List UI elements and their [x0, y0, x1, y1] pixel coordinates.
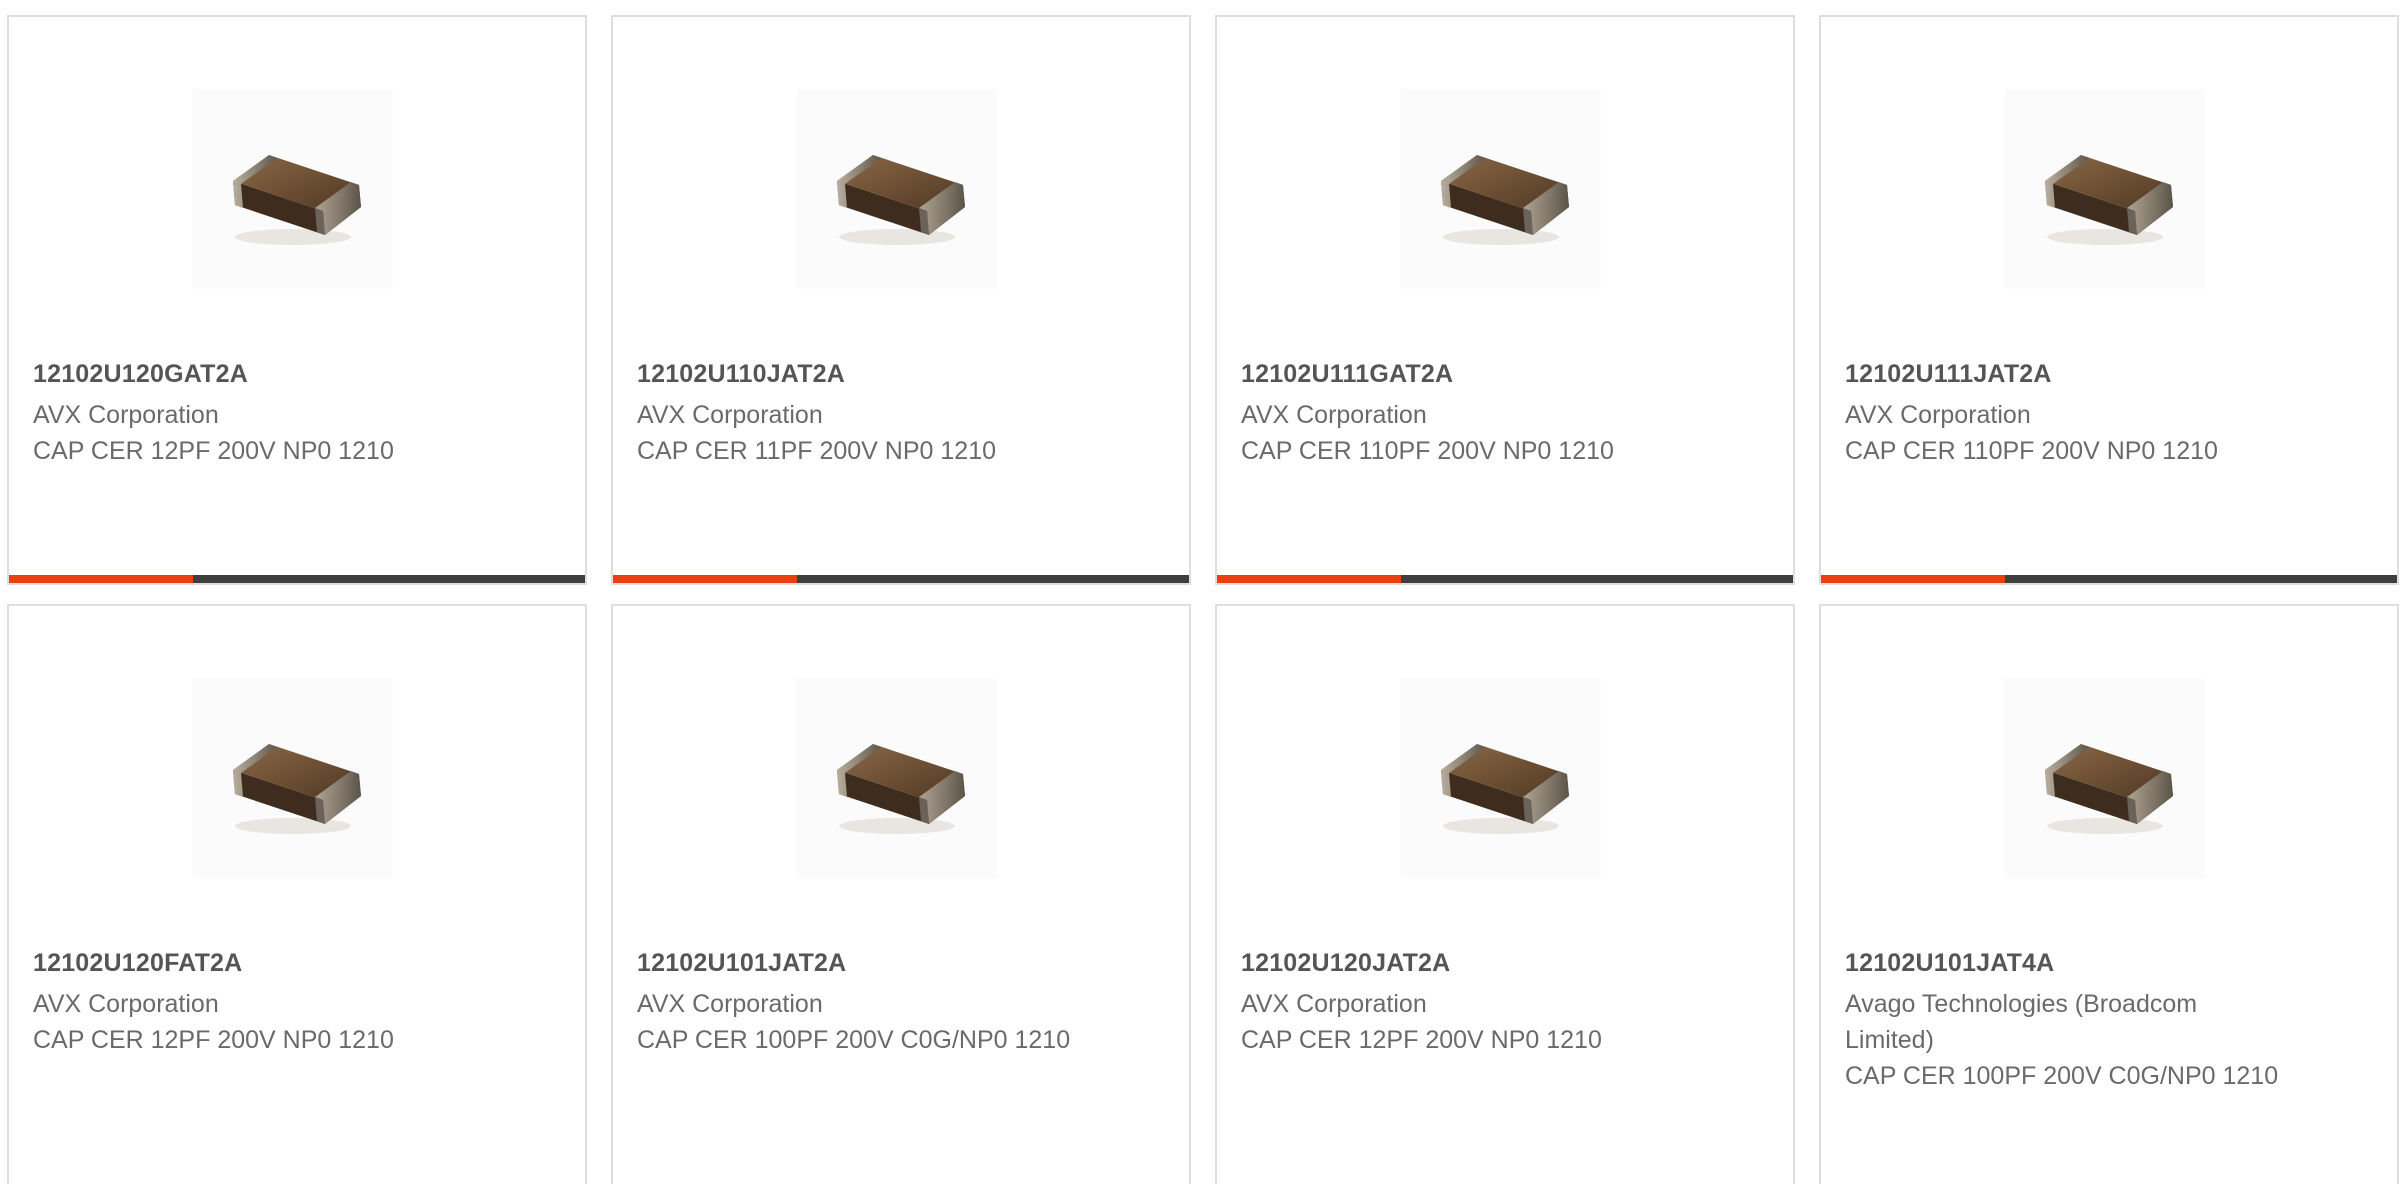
product-card[interactable]: 12102U111JAT2A AVX Corporation CAP CER 1… [1819, 15, 2399, 585]
description: CAP CER 11PF 200V NP0 1210 [637, 437, 996, 465]
part-number[interactable]: 12102U120FAT2A [33, 949, 242, 978]
part-number[interactable]: 12102U111JAT2A [1845, 360, 2052, 389]
product-card[interactable]: 12102U120GAT2A AVX Corporation CAP CER 1… [7, 15, 587, 585]
progress-bar [613, 575, 1189, 583]
progress-fill [9, 575, 194, 583]
part-number[interactable]: 12102U101JAT4A [1845, 949, 2054, 978]
product-card[interactable]: 12102U110JAT2A AVX Corporation CAP CER 1… [611, 15, 1191, 585]
product-image[interactable] [193, 678, 393, 878]
manufacturer: AVX Corporation [637, 990, 823, 1018]
manufacturer: AVX Corporation [33, 401, 219, 429]
progress-fill [613, 575, 798, 583]
part-number[interactable]: 12102U101JAT2A [637, 949, 846, 978]
product-card[interactable]: 12102U101JAT4A Avago Technologies (Broad… [1819, 604, 2399, 1184]
description: CAP CER 12PF 200V NP0 1210 [33, 1026, 394, 1054]
manufacturer: AVX Corporation [1241, 401, 1427, 429]
product-image[interactable] [193, 89, 393, 289]
progress-bar [1217, 575, 1793, 583]
manufacturer: AVX Corporation [33, 990, 219, 1018]
product-image[interactable] [797, 89, 997, 289]
product-card[interactable]: 12102U101JAT2A AVX Corporation CAP CER 1… [611, 604, 1191, 1184]
product-image[interactable] [1401, 678, 1601, 878]
manufacturer: Avago Technologies (Broadcom Limited) [1845, 990, 2198, 1054]
product-image[interactable] [1401, 89, 1601, 289]
description: CAP CER 110PF 200V NP0 1210 [1241, 437, 1614, 465]
part-number[interactable]: 12102U110JAT2A [637, 360, 845, 389]
product-card[interactable]: 12102U120FAT2A AVX Corporation CAP CER 1… [7, 604, 587, 1184]
description: CAP CER 12PF 200V NP0 1210 [33, 437, 394, 465]
progress-bar [9, 575, 585, 583]
manufacturer: AVX Corporation [637, 401, 823, 429]
part-number[interactable]: 12102U120GAT2A [33, 360, 248, 389]
product-image[interactable] [2005, 678, 2205, 878]
progress-fill [1821, 575, 2006, 583]
description: CAP CER 100PF 200V C0G/NP0 1210 [637, 1026, 1071, 1054]
manufacturer: AVX Corporation [1845, 401, 2031, 429]
product-grid: 12102U120GAT2A AVX Corporation CAP CER 1… [0, 0, 2400, 1184]
progress-bar [1821, 575, 2397, 583]
part-number[interactable]: 12102U111GAT2A [1241, 360, 1453, 389]
description: CAP CER 100PF 200V C0G/NP0 1210 [1845, 1062, 2279, 1090]
product-image[interactable] [2005, 89, 2205, 289]
manufacturer: AVX Corporation [1241, 990, 1427, 1018]
description: CAP CER 110PF 200V NP0 1210 [1845, 437, 2218, 465]
description: CAP CER 12PF 200V NP0 1210 [1241, 1026, 1602, 1054]
progress-fill [1217, 575, 1402, 583]
product-image[interactable] [797, 678, 997, 878]
part-number[interactable]: 12102U120JAT2A [1241, 949, 1450, 978]
product-card[interactable]: 12102U120JAT2A AVX Corporation CAP CER 1… [1215, 604, 1795, 1184]
product-card[interactable]: 12102U111GAT2A AVX Corporation CAP CER 1… [1215, 15, 1795, 585]
